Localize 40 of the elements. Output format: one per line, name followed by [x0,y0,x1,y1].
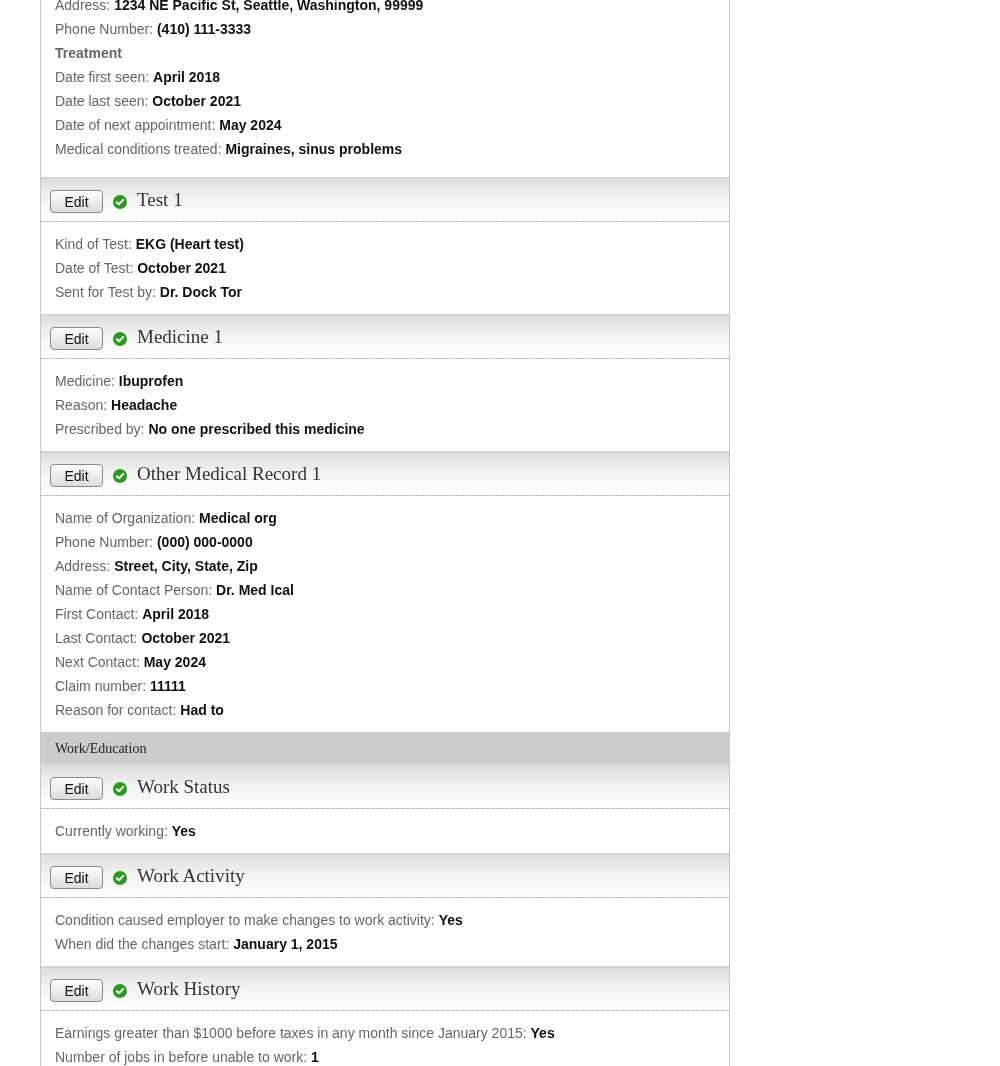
field-text: Medical conditions treated: Migraines, sinus problems [55,139,403,159]
category-heading: Work/Education [41,732,729,764]
field-text: Sent for Test by: Dr. Dock Tor [55,282,242,302]
field-text: Address: 1234 NE Pacific St, Seattle, Washington, 99999 [55,0,424,15]
field-text: Claim number: 11111 [55,676,186,696]
field-text: Reason: Headache [55,395,178,415]
field-text: Date first seen: April 2018 [55,67,220,87]
field-text: Medicine: Ibuprofen [55,371,184,391]
section-title: Other Medical Record 1 [137,461,322,486]
field-text: Next Contact: May 2024 [55,652,206,672]
field-text: Number of jobs in before unable to work: 1 [55,1047,319,1066]
field-text: Earnings greater than $1000 before taxes in any month since January 2015: Yes [55,1023,555,1043]
field-text: First Contact: April 2018 [55,604,210,624]
field-text: Name of Contact Person: Dr. Med Ical [55,580,294,600]
field-text: Prescribed by: No one prescribed this medicine [55,419,365,439]
field-text: Condition caused employer to make changes to work activity: Yes [55,910,463,930]
section-title: Work Activity [137,863,245,888]
section-title: Work Status [137,774,230,799]
field-text: When did the changes start: January 1, 2015 [55,934,338,954]
edit-button[interactable]: Edit [50,866,103,889]
field-text: Address: Street, City, State, Zip [55,556,258,576]
edit-button[interactable]: Edit [50,777,103,800]
field-text: Date of Test: October 2021 [55,258,226,278]
field-text: Currently working: Yes [55,821,196,841]
field-text: Phone Number: (410) 111-3333 [55,19,252,39]
field-text: Reason for contact: Had to [55,700,224,720]
section-title: Medicine 1 [137,324,223,349]
edit-button[interactable]: Edit [50,464,103,487]
edit-button[interactable]: Edit [50,979,103,1002]
section-title: Work History [137,976,241,1001]
field-text: Kind of Test: EKG (Heart test) [55,234,244,254]
field-text: Last Contact: October 2021 [55,628,231,648]
field-text: Date of next appointment: May 2024 [55,115,282,135]
subheading: Treatment [55,43,122,63]
edit-button[interactable]: Edit [50,190,103,213]
edit-button[interactable]: Edit [50,327,103,350]
field-text: Date last seen: October 2021 [55,91,241,111]
field-text: Name of Organization: Medical org [55,508,277,528]
field-text: Phone Number: (000) 000-0000 [55,532,253,552]
section-title: Test 1 [137,187,183,212]
